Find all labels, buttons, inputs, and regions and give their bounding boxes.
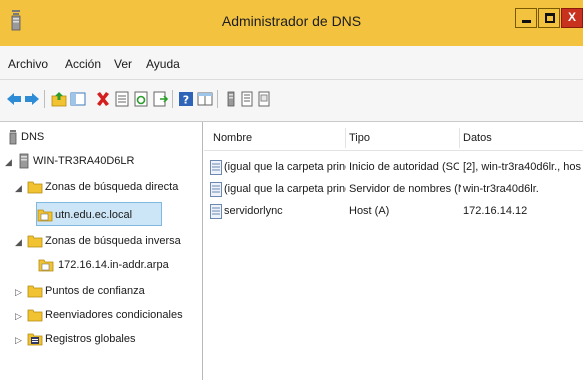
menu-accion[interactable]: Acción <box>65 57 101 71</box>
console-pane-icon[interactable] <box>197 91 213 107</box>
tree-label: utn.edu.ec.local <box>55 209 133 221</box>
title-bar: Administrador de DNS X <box>0 0 583 46</box>
maximize-icon <box>545 13 555 23</box>
toolbar-separator <box>44 90 45 108</box>
refresh-icon[interactable] <box>133 91 149 107</box>
server-icon[interactable] <box>223 91 239 107</box>
tree-label: Zonas de búsqueda inversa <box>45 235 181 247</box>
folder-icon <box>27 309 43 322</box>
tree-label: WIN-TR3RA40D6LR <box>33 155 135 167</box>
close-button[interactable]: X <box>561 8 583 28</box>
toolbar-separator <box>172 90 173 108</box>
delete-icon[interactable] <box>95 91 111 107</box>
tree-item-conditional-forwarders[interactable]: ▷ Reenviadores condicionales <box>5 306 200 326</box>
header-divider <box>204 150 583 151</box>
column-divider[interactable] <box>459 128 460 148</box>
minimize-button[interactable] <box>515 8 537 28</box>
column-divider[interactable] <box>345 128 346 148</box>
zone-icon <box>38 259 54 272</box>
tree-label: Puntos de confianza <box>45 285 145 297</box>
column-header-name[interactable]: Nombre <box>213 132 252 144</box>
new-record-icon[interactable] <box>256 91 272 107</box>
record-icon <box>210 182 222 197</box>
help-icon[interactable]: ? <box>178 91 194 107</box>
column-header-data[interactable]: Datos <box>463 132 492 144</box>
export-list-icon[interactable] <box>152 91 168 107</box>
tree-item-dns[interactable]: DNS <box>5 128 195 148</box>
records-list: Nombre Tipo Datos (igual que la carpeta … <box>204 122 583 380</box>
expand-arrow-icon[interactable]: ▷ <box>15 335 22 346</box>
tree-item-global-logs[interactable]: ▷ Registros globales <box>5 330 200 350</box>
tree-label: Registros globales <box>45 333 136 345</box>
window-title: Administrador de DNS <box>221 13 362 29</box>
cell-data: [2], win-tr3ra40d6lr., host... <box>463 161 581 173</box>
tree-label: Reenviadores condicionales <box>45 309 183 321</box>
maximize-button[interactable] <box>538 8 560 28</box>
collapse-arrow-icon[interactable]: ◢ <box>5 157 12 168</box>
cell-type: Inicio de autoridad (SOA) <box>349 161 459 173</box>
menu-ver[interactable]: Ver <box>114 57 132 71</box>
toolbar-separator <box>217 90 218 108</box>
toolbar: ? <box>0 80 583 122</box>
folder-icon <box>27 285 43 298</box>
cell-data: 172.16.14.12 <box>463 205 528 217</box>
close-icon: X <box>567 10 576 24</box>
expand-arrow-icon[interactable]: ▷ <box>15 311 22 322</box>
tree-item-server[interactable]: ◢ WIN-TR3RA40D6LR <box>5 152 195 172</box>
cell-name: (igual que la carpeta princip... <box>224 161 346 173</box>
svg-text:?: ? <box>183 94 189 107</box>
expand-arrow-icon[interactable]: ▷ <box>15 287 22 298</box>
minimize-icon <box>522 20 531 23</box>
tree-item-reverse-zones[interactable]: ◢ Zonas de búsqueda inversa <box>5 232 200 252</box>
event-log-icon <box>27 333 43 346</box>
cell-type: Servidor de nombres (NS) <box>349 183 461 195</box>
records-icon[interactable] <box>239 91 255 107</box>
folder-icon <box>27 235 43 248</box>
tree-item-reverse-zone-arpa[interactable]: 172.16.14.in-addr.arpa <box>5 256 200 276</box>
dns-icon <box>9 130 17 145</box>
up-folder-icon[interactable] <box>51 91 67 107</box>
cell-data: win-tr3ra40d6lr. <box>463 183 539 195</box>
console-tree: DNS ◢ WIN-TR3RA40D6LR ◢ Zonas de búsqued… <box>1 122 203 380</box>
tree-item-forward-zones[interactable]: ◢ Zonas de búsqueda directa <box>5 178 200 198</box>
column-header-type[interactable]: Tipo <box>349 132 370 144</box>
collapse-arrow-icon[interactable]: ◢ <box>15 237 22 248</box>
zone-icon <box>37 209 53 222</box>
tree-item-trust-points[interactable]: ▷ Puntos de confianza <box>5 282 200 302</box>
cell-name: servidorlync <box>224 205 283 217</box>
cell-type: Host (A) <box>349 205 390 217</box>
back-icon[interactable] <box>6 91 22 107</box>
tree-label: 172.16.14.in-addr.arpa <box>58 259 169 271</box>
tree-label: Zonas de búsqueda directa <box>45 181 179 193</box>
menu-bar: Archivo Acción Ver Ayuda <box>0 46 583 80</box>
server-icon <box>19 153 29 169</box>
forward-icon[interactable] <box>24 91 40 107</box>
collapse-arrow-icon[interactable]: ◢ <box>15 183 22 194</box>
properties-icon[interactable] <box>114 91 130 107</box>
menu-ayuda[interactable]: Ayuda <box>146 57 180 71</box>
folder-icon <box>27 181 43 194</box>
menu-archivo[interactable]: Archivo <box>8 57 48 71</box>
record-icon <box>210 204 222 219</box>
tree-label: DNS <box>21 131 45 143</box>
show-hide-tree-icon[interactable] <box>70 91 86 107</box>
cell-name: (igual que la carpeta princip... <box>224 183 346 195</box>
record-icon <box>210 160 222 175</box>
tree-item-forward-zone-local[interactable]: utn.edu.ec.local <box>5 204 165 224</box>
